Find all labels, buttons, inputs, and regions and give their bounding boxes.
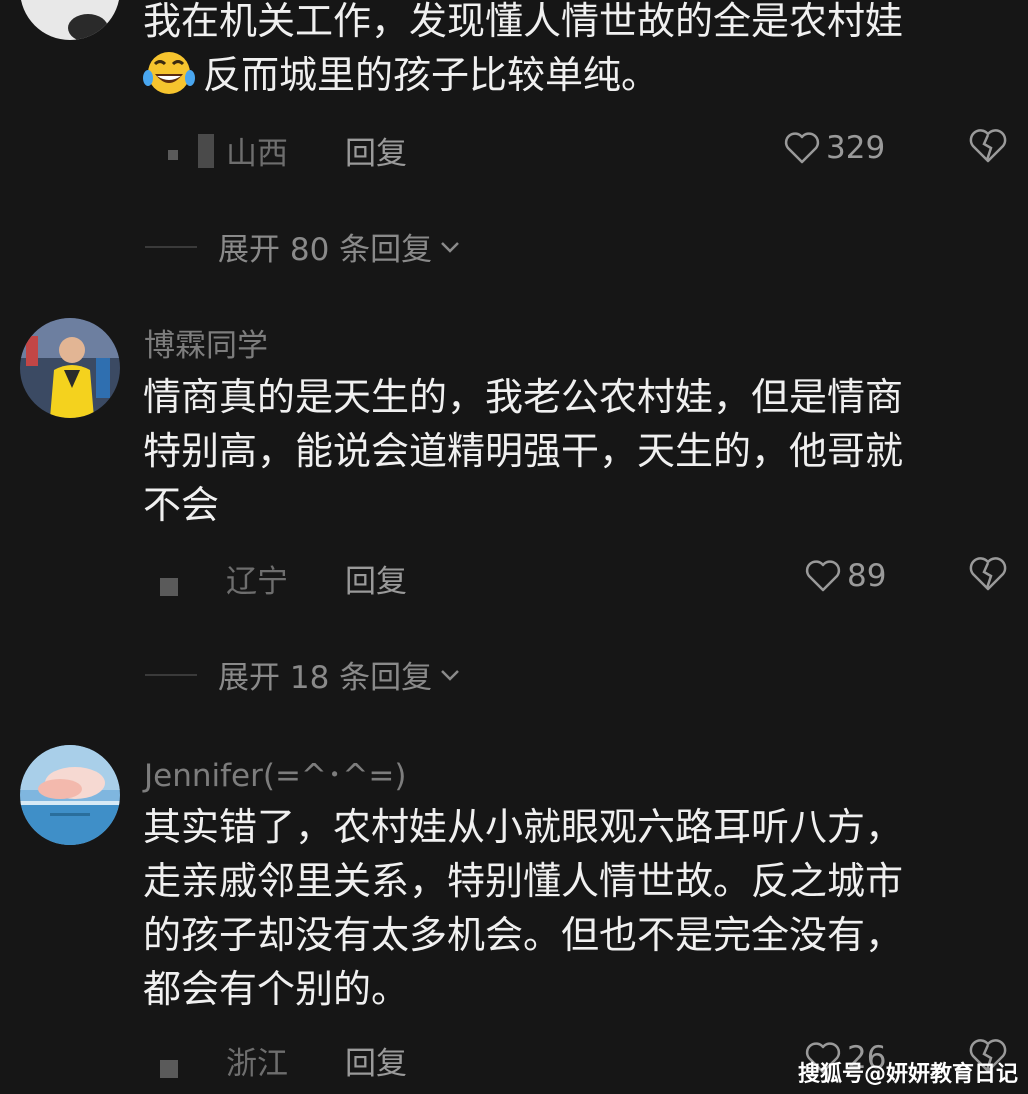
comment-line: 我在机关工作，发现懂人情世故的全是农村娃 xyxy=(143,0,904,43)
avatar[interactable] xyxy=(20,318,120,418)
comment-1: 我在机关工作，发现懂人情世故的全是农村娃 反而城里的孩子比较单纯。 山西 回复 xyxy=(0,0,1028,270)
comment-meta: 辽宁 回复 89 xyxy=(0,556,1028,606)
expand-replies-label: 展开 80 条回复 xyxy=(218,232,433,268)
comment-line: 走亲戚邻里关系，特别懂人情世故。反之城市 xyxy=(143,859,904,903)
broken-heart-icon[interactable] xyxy=(968,128,1008,168)
watermark: 搜狐号@妍妍教育日记 xyxy=(798,1062,1019,1087)
comment-2: 博霖同学 情商真的是天生的，我老公农村娃，但是情商 特别高，能说会道精明强干，天… xyxy=(0,310,1028,710)
location-label: 山西 xyxy=(226,136,288,172)
chevron-down-icon xyxy=(441,241,460,253)
like-count: 329 xyxy=(826,130,886,166)
user-badge xyxy=(198,134,214,168)
comment-3: Jennifer(=^･^=) 其实错了，农村娃从小就眼观六路耳听八方， 走亲戚… xyxy=(0,740,1028,1094)
heart-outline-icon xyxy=(784,132,820,164)
location-label: 浙江 xyxy=(226,1046,288,1082)
comment-line: 的孩子却没有太多机会。但也不是完全没有， xyxy=(143,913,904,957)
comment-line: 情商真的是天生的，我老公农村娃，但是情商 xyxy=(143,375,904,419)
avatar[interactable] xyxy=(20,745,120,845)
username[interactable]: 博霖同学 xyxy=(144,320,268,365)
like-count: 89 xyxy=(847,558,887,594)
user-badge xyxy=(160,1060,178,1078)
divider xyxy=(145,674,197,676)
location-label: 辽宁 xyxy=(226,564,288,600)
comment-line: 其实错了，农村娃从小就眼观六路耳听八方， xyxy=(143,805,904,849)
comment-body: 情商真的是天生的，我老公农村娃，但是情商 特别高，能说会道精明强干，天生的，他哥… xyxy=(143,370,983,532)
expand-replies-button[interactable]: 展开 18 条回复 xyxy=(218,652,462,697)
user-badge xyxy=(168,150,178,160)
comment-line: 都会有个别的。 xyxy=(143,967,410,1011)
divider xyxy=(145,246,197,248)
comment-meta: 山西 回复 329 xyxy=(0,128,1028,178)
username[interactable]: Jennifer(=^･^=) xyxy=(144,750,406,795)
reply-button[interactable]: 回复 xyxy=(345,128,407,173)
reply-button[interactable]: 回复 xyxy=(345,556,407,601)
expand-replies-button[interactable]: 展开 80 条回复 xyxy=(218,224,462,269)
heart-outline-icon xyxy=(805,560,841,592)
expand-replies-row: 展开 80 条回复 xyxy=(0,224,1028,268)
expand-replies-label: 展开 18 条回复 xyxy=(218,660,433,696)
comment-line: 特别高，能说会道精明强干，天生的，他哥就 xyxy=(143,429,904,473)
reply-button[interactable]: 回复 xyxy=(345,1038,407,1083)
avatar[interactable] xyxy=(20,0,120,40)
laughing-crying-emoji-icon xyxy=(143,50,195,96)
comment-line: 反而城里的孩子比较单纯。 xyxy=(203,53,660,97)
user-badge xyxy=(160,578,178,596)
like-button[interactable]: 329 xyxy=(784,128,885,168)
expand-replies-row: 展开 18 条回复 xyxy=(0,652,1028,696)
comment-line: 不会 xyxy=(143,483,220,527)
broken-heart-icon[interactable] xyxy=(968,556,1008,596)
like-button[interactable]: 89 xyxy=(805,556,886,596)
comment-body: 我在机关工作，发现懂人情世故的全是农村娃 反而城里的孩子比较单纯。 xyxy=(143,0,983,102)
chevron-down-icon xyxy=(441,669,460,681)
comment-body: 其实错了，农村娃从小就眼观六路耳听八方， 走亲戚邻里关系，特别懂人情世故。反之城… xyxy=(143,800,983,1016)
